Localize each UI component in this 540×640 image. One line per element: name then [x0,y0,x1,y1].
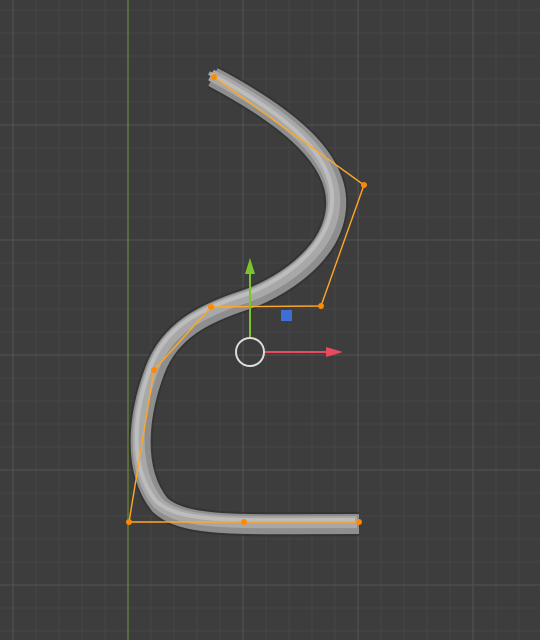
viewport-canvas[interactable] [0,0,540,640]
3d-viewport[interactable] [0,0,540,640]
control-point[interactable] [356,519,362,525]
curve-tube[interactable] [128,66,360,537]
control-point[interactable] [211,74,217,80]
control-point[interactable] [361,182,367,188]
control-point[interactable] [126,519,132,525]
control-point[interactable] [151,367,157,373]
control-point[interactable] [318,303,324,309]
control-point[interactable] [208,304,214,310]
minor-grid [0,0,540,640]
major-grid [0,0,540,640]
gizmo-xy-plane-handle[interactable] [281,310,292,321]
gizmo-center-ring-icon[interactable] [235,337,265,367]
control-point[interactable] [241,519,247,525]
gizmo-y-arrow-icon[interactable] [245,258,255,274]
